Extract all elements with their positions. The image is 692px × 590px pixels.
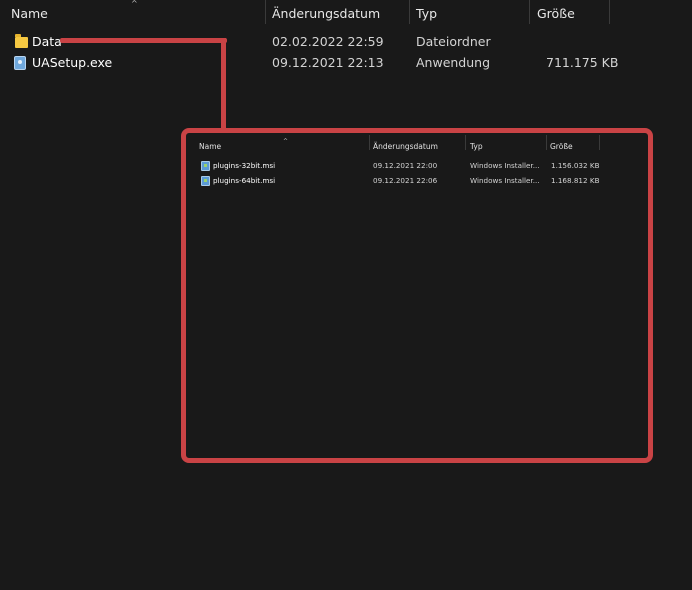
sort-ascending-icon: ^ (283, 138, 289, 145)
column-divider[interactable] (546, 135, 547, 150)
file-size: 1.156.032 KB (551, 161, 600, 170)
inset-column-header-size[interactable]: Größe (550, 137, 573, 157)
column-divider[interactable] (369, 135, 370, 150)
column-divider[interactable] (529, 0, 530, 24)
data-folder-contents-callout: Name ^ Änderungsdatum Typ Größe plugins-… (181, 128, 653, 463)
file-size: 1.168.812 KB (551, 176, 600, 185)
inset-column-header-type[interactable]: Typ (470, 137, 483, 157)
column-divider[interactable] (265, 0, 266, 24)
file-name: plugins-32bit.msi (213, 161, 276, 170)
inset-column-header-date[interactable]: Änderungsdatum (373, 137, 438, 157)
folder-icon (15, 34, 28, 48)
column-divider[interactable] (409, 0, 410, 24)
inset-column-header-bar: Name ^ Änderungsdatum Typ Größe (186, 133, 648, 153)
msi-icon (201, 161, 210, 171)
column-header-date[interactable]: Änderungsdatum (272, 0, 380, 24)
msi-icon (201, 176, 210, 186)
file-type: Windows Installer... (470, 176, 540, 185)
file-type: Anwendung (416, 55, 491, 70)
file-name: UASetup.exe (32, 55, 113, 70)
sort-ascending-icon: ^ (131, 0, 138, 8)
column-header-bar: Name ^ Änderungsdatum Typ Größe (0, 0, 692, 26)
column-divider[interactable] (599, 135, 600, 150)
column-header-type[interactable]: Typ (416, 0, 437, 24)
file-name: Data (32, 34, 62, 49)
file-name: plugins-64bit.msi (213, 176, 276, 185)
file-type: Dateiordner (416, 34, 491, 49)
annotation-connector-line (60, 38, 227, 43)
file-size: 711.175 KB (546, 55, 619, 70)
inset-file-row[interactable]: plugins-32bit.msi 09.12.2021 22:00 Windo… (186, 159, 648, 173)
file-date: 09.12.2021 22:13 (272, 55, 384, 70)
file-date: 09.12.2021 22:00 (373, 161, 438, 170)
column-header-name[interactable]: Name (11, 0, 48, 24)
file-date: 02.02.2022 22:59 (272, 34, 384, 49)
inset-file-row[interactable]: plugins-64bit.msi 09.12.2021 22:06 Windo… (186, 174, 648, 188)
inset-column-header-name[interactable]: Name (199, 137, 221, 157)
file-type: Windows Installer... (470, 161, 540, 170)
installer-exe-icon (14, 56, 26, 70)
column-divider[interactable] (465, 135, 466, 150)
file-row-uasetup[interactable]: UASetup.exe 09.12.2021 22:13 Anwendung 7… (0, 53, 692, 73)
column-divider[interactable] (609, 0, 610, 24)
file-date: 09.12.2021 22:06 (373, 176, 438, 185)
annotation-connector-line (221, 38, 226, 132)
column-header-size[interactable]: Größe (537, 0, 575, 24)
